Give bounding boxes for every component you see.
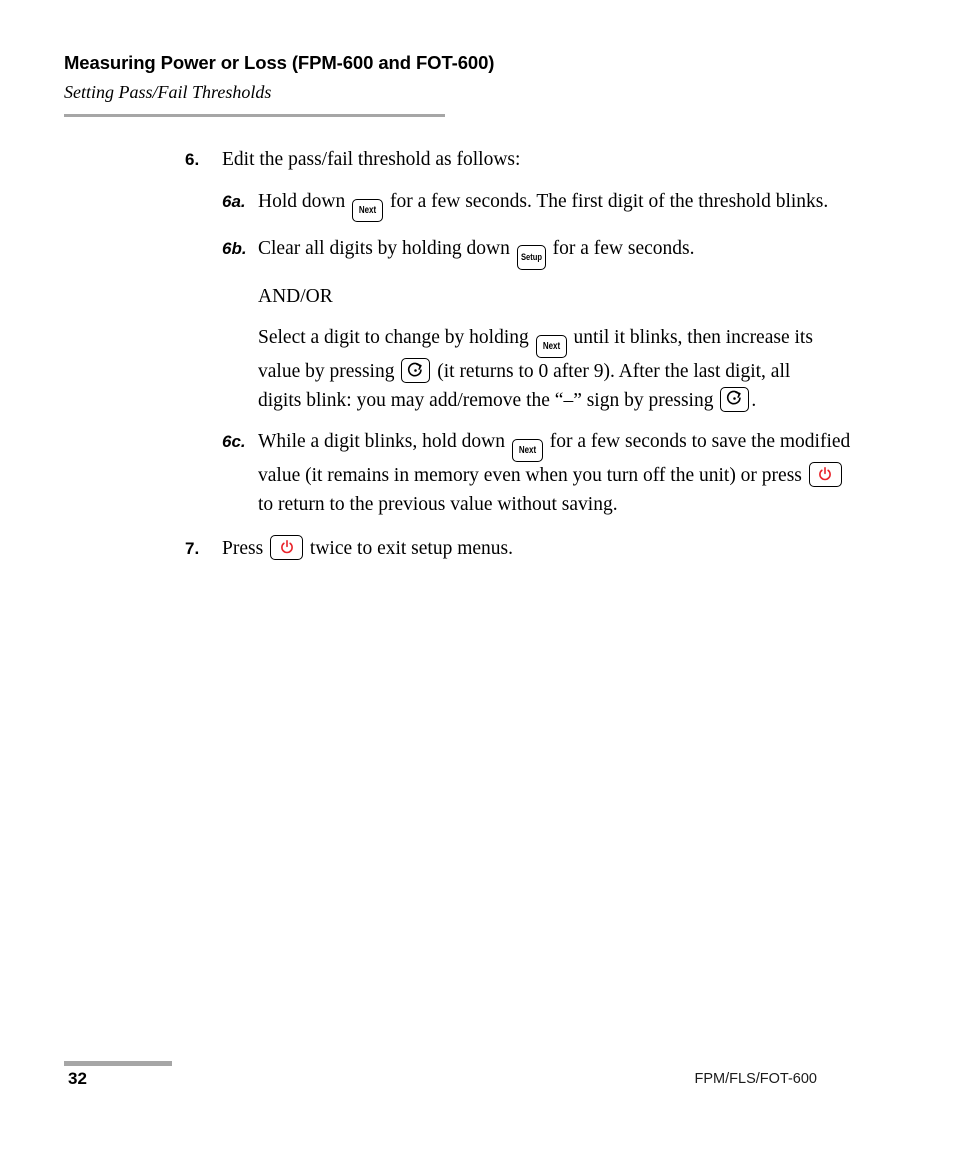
rotate-arrow-icon[interactable] <box>401 358 431 383</box>
step-7: 7. Press twice to exit setup menus. <box>185 535 867 564</box>
select-digit-paragraph: Select a digit to change by holding Next… <box>258 324 833 415</box>
footer-divider <box>64 1061 172 1066</box>
page-subtitle: Setting Pass/Fail Thresholds <box>64 82 272 102</box>
step-6b-text-after: for a few seconds. <box>552 237 695 259</box>
select-digit-part1: Select a digit to change by holding <box>258 327 529 348</box>
instruction-list: 6. Edit the pass/fail threshold as follo… <box>0 146 954 577</box>
setup-key-label: Setup <box>520 251 542 263</box>
page-title: Measuring Power or Loss (FPM-600 and FOT… <box>64 52 495 73</box>
power-key-icon[interactable] <box>808 462 842 487</box>
step-7-part1: Press <box>222 538 264 559</box>
rotate-arrow-icon[interactable] <box>720 386 750 412</box>
step-6: 6. Edit the pass/fail threshold as follo… <box>185 146 867 175</box>
next-key-label: Next <box>518 445 537 456</box>
and-or-label: AND/OR <box>258 285 333 307</box>
setup-key-icon[interactable]: Setup <box>516 244 546 270</box>
step-6-marker: 6. <box>185 150 200 169</box>
step-7-marker: 7. <box>185 539 200 558</box>
step-6c-part1: While a digit blinks, hold down <box>258 431 505 452</box>
page-header: Measuring Power or Loss (FPM-600 and FOT… <box>64 52 884 103</box>
select-digit-part4: . <box>751 389 757 411</box>
step-7-part2: twice to exit setup menus. <box>309 538 514 559</box>
step-6b-marker: 6b. <box>222 238 247 258</box>
step-7-text: Press twice to exit setup menus. <box>222 535 867 564</box>
step-6a-text-after: for a few seconds. The first digit of th… <box>389 190 829 212</box>
step-6c-part3: to return to the previous value without … <box>258 493 618 515</box>
page-number: 32 <box>68 1069 87 1088</box>
power-key-icon[interactable] <box>270 535 304 560</box>
next-key-label: Next <box>358 204 377 216</box>
product-name: FPM/FLS/FOT-600 <box>694 1071 817 1087</box>
step-6-text: Edit the pass/fail threshold as follows: <box>222 149 521 170</box>
step-6c-text: While a digit blinks, hold down Next for… <box>258 428 858 519</box>
step-6a-text-before: Hold down <box>258 190 346 212</box>
next-key-label: Next <box>542 341 560 352</box>
next-key-icon[interactable]: Next <box>535 335 567 358</box>
header-divider <box>64 114 445 117</box>
step-6a-marker: 6a. <box>222 191 246 211</box>
step-6b: 6b. Clear all digits by holding down Set… <box>222 235 858 270</box>
next-key-icon[interactable]: Next <box>511 439 543 462</box>
step-6c: 6c. While a digit blinks, hold down Next… <box>222 428 858 519</box>
step-6c-marker: 6c. <box>222 432 246 451</box>
step-6b-text: Clear all digits by holding down Setup f… <box>258 235 858 270</box>
next-key-icon[interactable]: Next <box>352 198 384 222</box>
step-6b-text-before: Clear all digits by holding down <box>258 237 510 259</box>
step-6a-text: Hold down Next for a few seconds. The fi… <box>258 188 858 222</box>
step-6a: 6a. Hold down Next for a few seconds. Th… <box>222 188 858 222</box>
